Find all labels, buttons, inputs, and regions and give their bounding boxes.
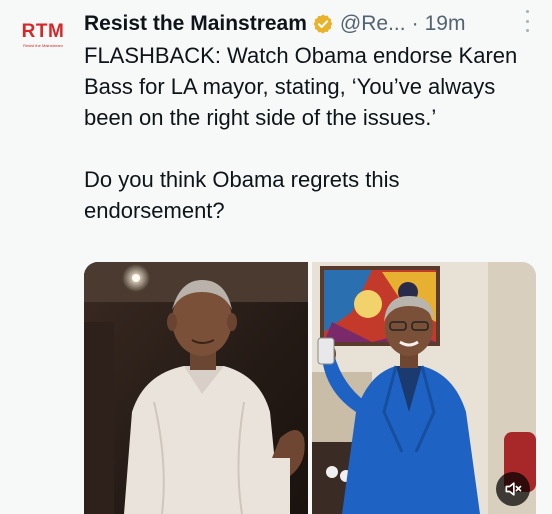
more-options-icon[interactable] [524, 10, 530, 32]
tweet[interactable]: RTM Resist the Mainstream Resist the Mai… [0, 0, 552, 514]
tweet-text-paragraph-1: FLASHBACK: Watch Obama endorse Karen Bas… [84, 43, 518, 130]
author-display-name[interactable]: Resist the Mainstream [84, 12, 307, 36]
man-in-white-shirt-photo [84, 262, 308, 514]
avatar[interactable]: RTM Resist the Mainstream [14, 22, 72, 64]
avatar-logo-text: RTM [21, 21, 65, 42]
mute-toggle-button[interactable] [496, 472, 530, 506]
media-photo-right[interactable] [312, 262, 536, 514]
tweet-header: Resist the Mainstream @Re... · 19m [84, 8, 544, 40]
verified-badge-icon[interactable] [312, 13, 334, 35]
tweet-media[interactable] [84, 262, 536, 514]
speaker-muted-icon [505, 482, 522, 496]
tweet-timestamp[interactable]: 19m [425, 12, 466, 36]
author-handle[interactable]: @Re... [340, 12, 406, 36]
tweet-text-paragraph-2: Do you think Obama regrets this endorsem… [84, 167, 400, 223]
separator-dot: · [411, 12, 419, 35]
tweet-text: FLASHBACK: Watch Obama endorse Karen Bas… [84, 40, 544, 226]
avatar-logo-subtext: Resist the Mainstream [23, 43, 63, 48]
media-photo-left[interactable] [84, 262, 308, 514]
